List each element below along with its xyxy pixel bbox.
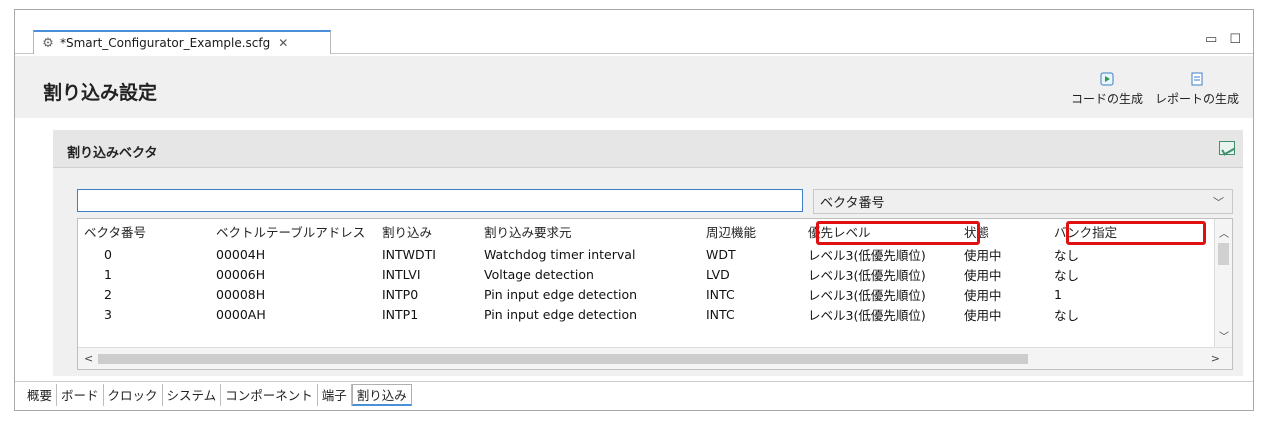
cell-source: Pin input edge detection xyxy=(484,286,638,302)
vertical-scroll-thumb[interactable] xyxy=(1218,243,1229,265)
cell-bank[interactable]: なし xyxy=(1048,244,1198,264)
cell-priority[interactable]: レベル3(低優先順位) xyxy=(802,284,958,304)
cell-status: 使用中 xyxy=(964,247,1002,263)
page-title: 割り込み設定 xyxy=(43,82,158,104)
interrupt-vector-section: 割り込みベクタ ベクタ番号 ﹀ ベクタ番号 ベクトルテーブルアドレス 割り込み … xyxy=(53,130,1243,376)
cell-peripheral: LVD xyxy=(706,266,730,282)
editor-tab[interactable]: ⚙ *Smart_Configurator_Example.scfg ✕ xyxy=(33,30,331,54)
cell-vector: 1 xyxy=(104,266,112,282)
cell-interrupt: INTP0 xyxy=(382,286,419,302)
cell-vector: 0 xyxy=(104,246,112,262)
cell-priority[interactable]: レベル3(低優先順位) xyxy=(802,264,958,284)
table-header-row: ベクタ番号 ベクトルテーブルアドレス 割り込み 割り込み要求元 周辺機能 優先レ… xyxy=(78,219,1198,244)
filter-select-value: ベクタ番号 xyxy=(820,196,885,211)
col-header-peripheral[interactable]: 周辺機能 xyxy=(700,219,802,244)
editor-frame: ⚙ *Smart_Configurator_Example.scfg ✕ ▭ ☐… xyxy=(14,9,1254,411)
tab-pins[interactable]: 端子 xyxy=(318,383,352,406)
generate-report-icon xyxy=(1188,70,1206,88)
generate-code-label: コードの生成 xyxy=(1070,92,1143,106)
cell-peripheral: INTC xyxy=(706,286,735,302)
tab-board[interactable]: ボード xyxy=(57,383,104,406)
tab-overview[interactable]: 概要 xyxy=(23,383,58,406)
section-body: ベクタ番号 ﹀ ベクタ番号 ベクトルテーブルアドレス 割り込み 割り込み要求元 … xyxy=(53,168,1243,376)
col-header-status[interactable]: 状態 xyxy=(958,219,1048,244)
vertical-scrollbar[interactable]: ︿ ﹀ xyxy=(1214,219,1232,347)
scroll-left-icon[interactable]: < xyxy=(84,352,93,365)
col-header-interrupt[interactable]: 割り込み xyxy=(376,219,478,244)
cell-status: 使用中 xyxy=(964,307,1002,323)
chart-icon[interactable] xyxy=(1219,141,1235,155)
cell-source: Voltage detection xyxy=(484,266,594,282)
filter-input[interactable] xyxy=(77,189,803,212)
cell-address: 0000AH xyxy=(216,306,266,322)
tab-interrupts[interactable]: 割り込み xyxy=(351,383,412,406)
scroll-up-icon[interactable]: ︿ xyxy=(1219,225,1229,240)
generate-code-button[interactable]: コードの生成 xyxy=(1071,70,1143,107)
maximize-icon[interactable]: ☐ xyxy=(1229,32,1241,47)
cell-status: 使用中 xyxy=(964,287,1002,303)
cell-status: 使用中 xyxy=(964,267,1002,283)
cell-interrupt: INTWDTI xyxy=(382,246,436,262)
cell-source: Pin input edge detection xyxy=(484,306,638,322)
table-row[interactable]: 3 0000AH INTP1 Pin input edge detection … xyxy=(78,304,1198,324)
generate-code-icon xyxy=(1098,70,1116,88)
cell-address: 00008H xyxy=(216,286,266,302)
tab-clock[interactable]: クロック xyxy=(104,383,163,406)
cell-address: 00006H xyxy=(216,266,266,282)
page-header: 割り込み設定 コードの生成 レポートの生成 xyxy=(15,56,1253,118)
scroll-down-icon[interactable]: ﹀ xyxy=(1219,328,1229,343)
cell-vector: 3 xyxy=(104,306,112,322)
cell-bank[interactable]: なし xyxy=(1048,264,1198,284)
col-header-address[interactable]: ベクトルテーブルアドレス xyxy=(210,219,376,244)
col-header-priority[interactable]: 優先レベル xyxy=(802,219,958,244)
chevron-down-icon: ﹀ xyxy=(1213,196,1224,209)
cell-bank[interactable]: なし xyxy=(1048,304,1198,324)
cell-interrupt: INTLVI xyxy=(382,266,421,282)
minimize-icon[interactable]: ▭ xyxy=(1205,32,1217,47)
close-icon[interactable]: ✕ xyxy=(278,36,288,50)
col-header-vector[interactable]: ベクタ番号 xyxy=(78,219,210,244)
header-actions: コードの生成 レポートの生成 xyxy=(1071,70,1239,107)
tab-system[interactable]: システム xyxy=(163,383,222,406)
gear-icon: ⚙ xyxy=(42,35,54,51)
window-controls: ▭ ☐ xyxy=(1205,32,1241,47)
cell-source: Watchdog timer interval xyxy=(484,246,636,262)
table-row[interactable]: 1 00006H INTLVI Voltage detection LVD レベ… xyxy=(78,264,1198,284)
section-header: 割り込みベクタ xyxy=(53,130,1243,168)
horizontal-scroll-thumb[interactable] xyxy=(98,354,1028,364)
tab-components[interactable]: コンポーネント xyxy=(221,383,318,406)
vector-table: ベクタ番号 ベクトルテーブルアドレス 割り込み 割り込み要求元 周辺機能 優先レ… xyxy=(77,218,1233,370)
col-header-source[interactable]: 割り込み要求元 xyxy=(478,219,700,244)
generate-report-button[interactable]: レポートの生成 xyxy=(1155,70,1239,107)
filter-column-select[interactable]: ベクタ番号 ﹀ xyxy=(813,189,1233,214)
cell-peripheral: INTC xyxy=(706,306,735,322)
bottom-tabbar: 概要 ボード クロック システム コンポーネント 端子 割り込み xyxy=(15,381,1253,407)
cell-address: 00004H xyxy=(216,246,266,262)
scroll-right-icon[interactable]: > xyxy=(1211,352,1220,365)
cell-peripheral: WDT xyxy=(706,246,736,262)
section-title: 割り込みベクタ xyxy=(67,146,158,161)
generate-report-label: レポートの生成 xyxy=(1154,92,1239,106)
table-row[interactable]: 0 00004H INTWDTI Watchdog timer interval… xyxy=(78,244,1198,264)
cell-interrupt: INTP1 xyxy=(382,306,419,322)
cell-vector: 2 xyxy=(104,286,112,302)
horizontal-scrollbar[interactable]: < > xyxy=(78,347,1232,369)
col-header-bank[interactable]: バンク指定 xyxy=(1048,219,1198,244)
cell-priority[interactable]: レベル3(低優先順位) xyxy=(802,244,958,264)
cell-priority[interactable]: レベル3(低優先順位) xyxy=(802,304,958,324)
table-row[interactable]: 2 00008H INTP0 Pin input edge detection … xyxy=(78,284,1198,304)
editor-tab-title: *Smart_Configurator_Example.scfg xyxy=(60,36,271,50)
cell-bank[interactable]: 1 xyxy=(1048,284,1198,304)
editor-tabbar: ⚙ *Smart_Configurator_Example.scfg ✕ xyxy=(15,30,1253,54)
